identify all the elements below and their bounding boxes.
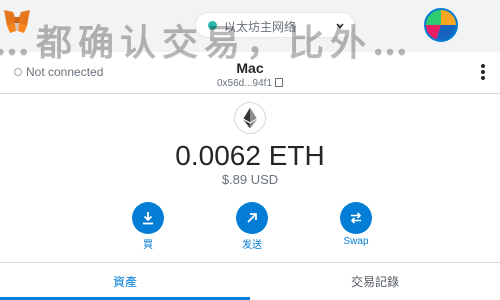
network-label: 以太坊主网络 [224, 20, 297, 34]
send-button[interactable]: 发送 [222, 202, 282, 251]
send-arrow-icon [247, 213, 257, 223]
swap-icon [350, 212, 362, 224]
metamask-fox-logo [4, 10, 30, 33]
network-selector[interactable]: 以太坊主网络 [195, 12, 355, 38]
eth-balance: 0.0062 ETH [175, 140, 325, 171]
ethereum-logo-icon [234, 102, 266, 134]
account-address[interactable]: 0x56d...94f1 [0, 78, 500, 89]
app-header: 以太坊主网络 [0, 0, 500, 52]
send-button-label: 发送 [242, 240, 262, 251]
account-bar: Not connected Mac 0x56d...94f1 [0, 52, 500, 94]
swap-button-label: Swap [343, 236, 369, 247]
tab-assets[interactable]: 資產 [0, 273, 250, 290]
swap-button[interactable]: Swap [326, 202, 386, 247]
tab-bar: 資產 交易記錄 [0, 262, 500, 300]
account-address-text: 0x56d...94f1 [216, 78, 273, 89]
fiat-balance: $.89 USD [221, 172, 279, 187]
buy-button[interactable]: 買 [118, 202, 178, 251]
tab-activity[interactable]: 交易記錄 [250, 273, 500, 290]
download-icon [143, 212, 153, 225]
network-status-dot [208, 21, 217, 30]
copy-icon[interactable] [275, 78, 284, 87]
more-options-icon[interactable] [480, 64, 486, 82]
buy-button-label: 買 [143, 240, 153, 251]
account-avatar[interactable] [424, 8, 458, 42]
account-name[interactable]: Mac [0, 60, 500, 76]
chevron-down-icon [336, 23, 344, 29]
